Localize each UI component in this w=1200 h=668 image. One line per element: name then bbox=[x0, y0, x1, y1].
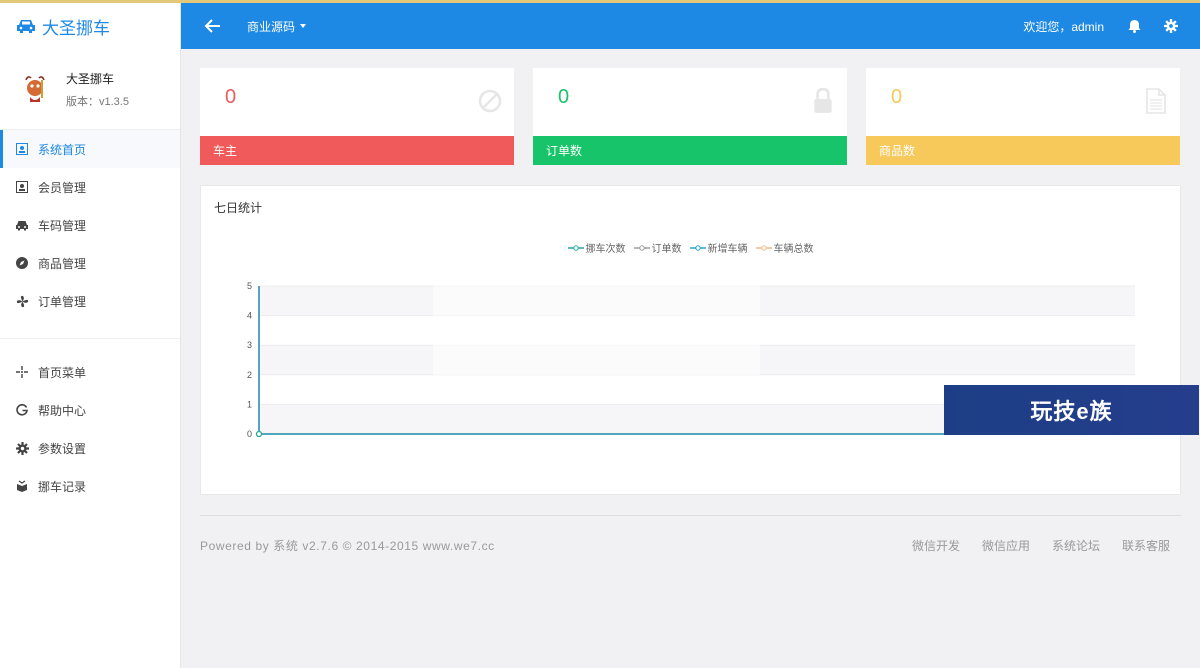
crosshair-icon bbox=[15, 365, 29, 379]
watermark-logo: 玩技e族 bbox=[944, 385, 1199, 435]
footer-link-support[interactable]: 联系客服 bbox=[1122, 537, 1170, 554]
profile-name: 大圣挪车 bbox=[66, 71, 115, 86]
google-icon bbox=[15, 403, 29, 417]
ban-icon bbox=[478, 89, 502, 113]
sidebar-item-settings[interactable]: 参数设置 bbox=[0, 429, 180, 467]
y-tick-label: 3 bbox=[247, 340, 252, 350]
stat-label: 车主 bbox=[200, 136, 514, 165]
member-icon bbox=[15, 180, 29, 194]
stat-card-products[interactable]: 0 商品数 bbox=[866, 68, 1180, 165]
blurred-overlay bbox=[433, 285, 760, 375]
top-header: 商业源码 欢迎您，admin bbox=[181, 3, 1200, 49]
sidebar-item-label: 首页菜单 bbox=[38, 365, 87, 380]
back-arrow-icon[interactable] bbox=[203, 16, 223, 36]
car-icon bbox=[15, 218, 29, 232]
lock-icon bbox=[814, 88, 832, 113]
footer-copyright: Powered by 系统 v2.7.6 © 2014-2015 www.we7… bbox=[200, 539, 495, 553]
gear-icon bbox=[15, 441, 29, 455]
stat-label: 订单数 bbox=[533, 136, 847, 165]
main-nav: 系统首页 会员管理 车码管理 商品管理 订单管理 bbox=[0, 129, 180, 320]
welcome-text[interactable]: 欢迎您，admin bbox=[1023, 18, 1104, 35]
footer-divider bbox=[200, 515, 1181, 516]
stat-label: 商品数 bbox=[866, 136, 1180, 165]
brand-title: 大圣挪车 bbox=[42, 18, 110, 38]
box-icon bbox=[15, 479, 29, 493]
avatar[interactable] bbox=[18, 72, 52, 106]
footer-link-wechat-apps[interactable]: 微信应用 bbox=[982, 537, 1030, 554]
y-tick-label: 0 bbox=[247, 429, 252, 439]
y-tick-label: 1 bbox=[247, 399, 252, 409]
footer-links: 微信开发 微信应用 系统论坛 联系客服 bbox=[890, 537, 1170, 554]
fan-icon bbox=[15, 294, 29, 308]
chevron-down-icon bbox=[300, 24, 307, 28]
sidebar: 大圣挪车 大圣挪车 版本：v1.3.5 系统首页 会员管理 车码管理 商品管理 … bbox=[0, 3, 181, 668]
profile: 大圣挪车 版本：v1.3.5 bbox=[0, 49, 180, 129]
module-dropdown[interactable]: 商业源码 bbox=[247, 18, 307, 35]
footer-link-forum[interactable]: 系统论坛 bbox=[1052, 537, 1100, 554]
sidebar-item-car-codes[interactable]: 车码管理 bbox=[0, 206, 180, 244]
compass-icon bbox=[15, 256, 29, 270]
profile-version: 版本：v1.3.5 bbox=[66, 95, 129, 108]
sidebar-item-orders[interactable]: 订单管理 bbox=[0, 282, 180, 320]
watermark-text: 玩技e族 bbox=[1030, 399, 1113, 424]
sidebar-item-products[interactable]: 商品管理 bbox=[0, 244, 180, 282]
stat-card-owners[interactable]: 0 车主 bbox=[200, 68, 514, 165]
brand[interactable]: 大圣挪车 bbox=[0, 3, 180, 49]
y-tick-label: 4 bbox=[247, 311, 252, 321]
stat-value: 0 bbox=[558, 86, 570, 108]
stat-card-orders[interactable]: 0 订单数 bbox=[533, 68, 847, 165]
sidebar-item-label: 系统首页 bbox=[38, 142, 87, 157]
document-icon bbox=[1146, 88, 1166, 114]
data-point[interactable] bbox=[255, 430, 263, 438]
sidebar-item-label: 车码管理 bbox=[38, 218, 87, 233]
home-icon bbox=[15, 142, 29, 156]
gear-icon[interactable] bbox=[1164, 19, 1178, 33]
sidebar-item-move-records[interactable]: 挪车记录 bbox=[0, 467, 180, 505]
y-tick-label: 5 bbox=[247, 281, 252, 291]
bell-icon[interactable] bbox=[1128, 19, 1142, 33]
sidebar-item-home-menu[interactable]: 首页菜单 bbox=[0, 353, 180, 391]
sidebar-item-members[interactable]: 会员管理 bbox=[0, 168, 180, 206]
top-accent-line bbox=[0, 0, 1200, 3]
y-tick-label: 2 bbox=[247, 370, 252, 380]
stat-value: 0 bbox=[891, 86, 903, 108]
sidebar-item-label: 帮助中心 bbox=[38, 403, 87, 418]
footer-link-wechat-dev[interactable]: 微信开发 bbox=[912, 537, 960, 554]
sidebar-item-help[interactable]: 帮助中心 bbox=[0, 391, 180, 429]
sidebar-item-label: 挪车记录 bbox=[38, 479, 87, 494]
sidebar-item-home[interactable]: 系统首页 bbox=[0, 130, 180, 168]
sidebar-item-label: 会员管理 bbox=[38, 180, 87, 195]
sidebar-item-label: 订单管理 bbox=[38, 294, 87, 309]
header-right: 欢迎您，admin bbox=[1023, 18, 1200, 35]
stat-value: 0 bbox=[225, 86, 237, 108]
secondary-nav: 首页菜单 帮助中心 参数设置 挪车记录 bbox=[0, 338, 180, 505]
car-icon bbox=[17, 20, 35, 33]
module-dropdown-label: 商业源码 bbox=[247, 19, 296, 34]
sidebar-item-label: 参数设置 bbox=[38, 441, 87, 456]
sidebar-item-label: 商品管理 bbox=[38, 256, 87, 271]
